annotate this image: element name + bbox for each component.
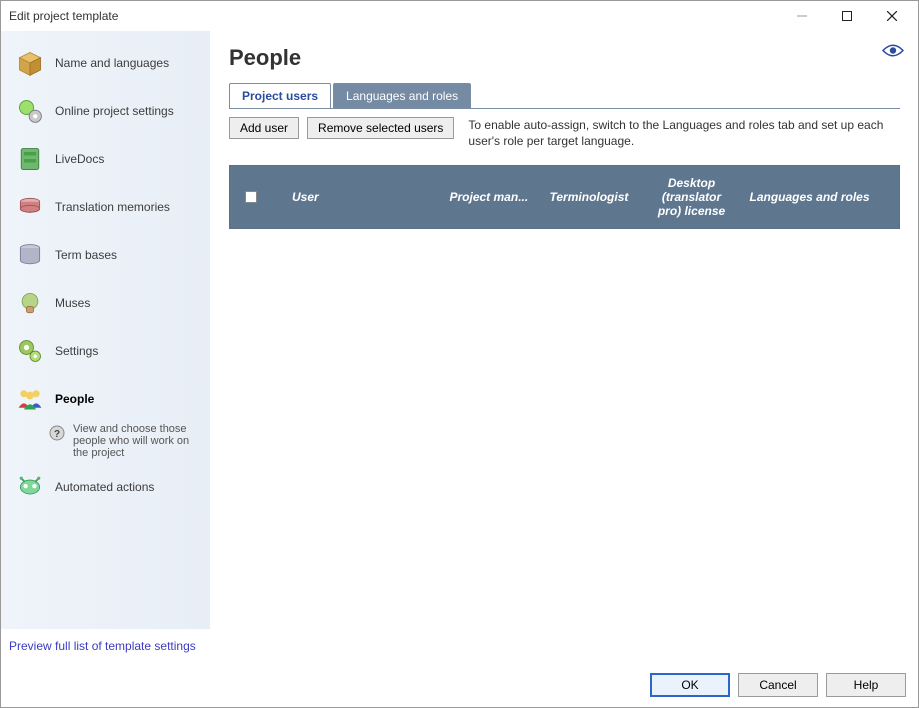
table-header: User Project man... Terminologist Deskto…	[230, 166, 899, 228]
remove-selected-button[interactable]: Remove selected users	[307, 117, 454, 139]
col-checkbox	[230, 166, 272, 228]
nav-people[interactable]: People	[1, 375, 210, 423]
svg-text:?: ?	[54, 429, 60, 440]
preview-settings-link[interactable]: Preview full list of template settings	[1, 629, 918, 663]
col-desktop-license[interactable]: Desktop (translator pro) license	[642, 166, 742, 228]
nav-term-bases[interactable]: Term bases	[1, 231, 210, 279]
window-controls	[779, 2, 914, 30]
nav-name-languages[interactable]: Name and languages	[1, 39, 210, 87]
gear-icon	[15, 336, 45, 366]
maximize-button[interactable]	[824, 2, 869, 30]
window-title: Edit project template	[9, 9, 779, 23]
minimize-button[interactable]	[779, 2, 824, 30]
users-table: User Project man... Terminologist Deskto…	[229, 165, 900, 229]
nav-label: Muses	[55, 296, 90, 310]
dialog-body: Name and languages Online project settin…	[1, 31, 918, 707]
titlebar: Edit project template	[1, 1, 918, 31]
nav-automated-actions[interactable]: Automated actions	[1, 463, 210, 511]
nav-label: Term bases	[55, 248, 117, 262]
nav-label: Name and languages	[55, 56, 169, 70]
col-user[interactable]: User	[272, 166, 442, 228]
content-pane: People Project users Languages and roles…	[211, 31, 918, 629]
cabinet-icon	[15, 144, 45, 174]
auto-assign-hint: To enable auto-assign, switch to the Lan…	[468, 117, 900, 149]
col-terminologist[interactable]: Terminologist	[542, 166, 642, 228]
nav-label: People	[55, 392, 94, 406]
disks-icon	[15, 192, 45, 222]
nav-label: Online project settings	[55, 104, 174, 118]
dialog-window: Edit project template Name a	[0, 0, 919, 708]
nav-people-description-row: ? View and choose those people who will …	[1, 423, 210, 463]
nav-label: Settings	[55, 344, 98, 358]
nav-translation-memories[interactable]: Translation memories	[1, 183, 210, 231]
nav-online-settings[interactable]: Online project settings	[1, 87, 210, 135]
sidebar: Name and languages Online project settin…	[1, 31, 211, 629]
select-all-checkbox[interactable]	[245, 191, 257, 203]
nav-settings[interactable]: Settings	[1, 327, 210, 375]
eye-icon[interactable]	[882, 43, 904, 63]
ok-button[interactable]: OK	[650, 673, 730, 697]
help-button[interactable]: Help	[826, 673, 906, 697]
page-title: People	[229, 45, 900, 71]
nav-label: Automated actions	[55, 480, 154, 494]
col-project-manager[interactable]: Project man...	[442, 166, 542, 228]
cancel-button[interactable]: Cancel	[738, 673, 818, 697]
nav-list: Name and languages Online project settin…	[1, 39, 210, 629]
gears-globe-icon	[15, 96, 45, 126]
tab-project-users[interactable]: Project users	[229, 83, 331, 108]
dialog-buttons: OK Cancel Help	[1, 663, 918, 707]
tab-strip: Project users Languages and roles	[229, 83, 900, 108]
muse-icon	[15, 288, 45, 318]
toolbar: Add user Remove selected users To enable…	[229, 108, 900, 149]
database-icon	[15, 240, 45, 270]
nav-muses[interactable]: Muses	[1, 279, 210, 327]
close-button[interactable]	[869, 2, 914, 30]
help-icon[interactable]: ?	[49, 425, 65, 441]
nav-label: Translation memories	[55, 200, 170, 214]
main-area: Name and languages Online project settin…	[1, 31, 918, 629]
add-user-button[interactable]: Add user	[229, 117, 299, 139]
robot-icon	[15, 472, 45, 502]
box-icon	[15, 48, 45, 78]
nav-livedocs[interactable]: LiveDocs	[1, 135, 210, 183]
tab-languages-roles[interactable]: Languages and roles	[333, 83, 471, 108]
col-languages-roles[interactable]: Languages and roles	[742, 166, 900, 228]
nav-label: LiveDocs	[55, 152, 104, 166]
nav-description: View and choose those people who will wo…	[73, 423, 202, 459]
people-icon	[15, 384, 45, 414]
